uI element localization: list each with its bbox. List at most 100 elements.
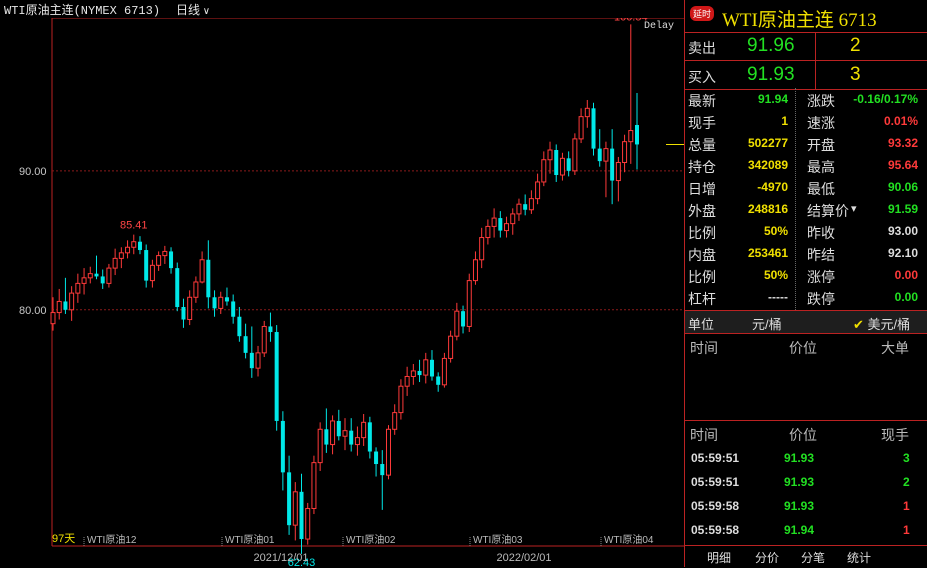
candle-body: [547, 149, 553, 161]
candle-body: [144, 250, 149, 281]
candle-body: [299, 491, 304, 540]
candle-body: [50, 312, 56, 325]
stat-label-left: 最新: [688, 93, 716, 109]
ask-label: 卖出: [688, 40, 716, 56]
stat-label-right: 结算价: [807, 203, 849, 219]
candle[interactable]: [385, 425, 391, 480]
stat-label-left: 内盘: [688, 247, 716, 263]
candle-body: [448, 335, 454, 359]
candle[interactable]: [305, 502, 311, 545]
bid-row[interactable]: 买入 91.93 3: [685, 61, 927, 90]
quote-header: 延时 WTI原油主连 6713: [685, 0, 927, 33]
period-selector[interactable]: 日线 ∨: [176, 1, 210, 18]
candle-body: [187, 296, 193, 321]
candle-body: [566, 158, 571, 171]
tab-price-dist[interactable]: 分价: [755, 549, 779, 566]
candle-body: [112, 257, 118, 269]
candle-body: [199, 259, 205, 283]
stat-row: 比例 50% 昨收 93.00: [685, 221, 927, 243]
stat-value-right: 93.32: [887, 136, 918, 150]
candle-body: [169, 251, 174, 269]
trade-row: 05:59:58 91.94 1: [685, 519, 927, 543]
stat-row: 内盘 253461 昨结 92.10: [685, 243, 927, 265]
candle-body: [597, 148, 602, 162]
stat-label-right: 开盘: [807, 137, 835, 153]
candle-body: [572, 138, 578, 172]
chart-toolbar: WTI原油主连(NYMEX 6713) 日线 ∨ Delay: [0, 0, 684, 32]
tab-detail[interactable]: 明细: [707, 549, 731, 566]
candle[interactable]: [572, 133, 578, 176]
stat-row: 比例 50% 涨停 0.00: [685, 265, 927, 287]
candle-body: [336, 420, 341, 437]
candle-body: [361, 421, 367, 439]
unit-option-usd[interactable]: ✔ 美元/桶: [853, 314, 910, 333]
stat-label-right: 最高: [807, 159, 835, 175]
candle-body: [523, 204, 528, 210]
ask-price: 91.96: [747, 35, 795, 56]
candle-body: [404, 375, 410, 387]
candle-body: [535, 181, 541, 200]
unit-label: 单位: [688, 317, 715, 332]
stat-label-right: 跌停: [807, 291, 835, 307]
x-tick-label: 2022/02/01: [496, 552, 551, 564]
trade-row: 05:59:51 91.93 2: [685, 471, 927, 495]
bid-price: 91.93: [747, 64, 795, 85]
trade-price: 91.93: [784, 451, 815, 465]
candlestick-chart[interactable]: 90.0080.00100.5462.4385.4197天WTI原油12WTI原…: [0, 0, 684, 567]
candle-body: [417, 370, 422, 376]
candle[interactable]: [441, 352, 447, 388]
candle-body: [175, 268, 180, 308]
settle-dropdown-icon[interactable]: ▾: [851, 202, 857, 215]
x-tick-label: 2021/12/01: [253, 552, 308, 564]
candle-body: [87, 273, 93, 279]
candle-body: [311, 462, 317, 509]
candle-body: [75, 282, 81, 294]
candle-body: [554, 150, 559, 176]
candle-body: [106, 267, 112, 284]
candle-body: [367, 422, 372, 452]
stat-row: 最新 91.94 涨跌 -0.16/0.17%: [685, 89, 927, 111]
candle-body: [429, 359, 434, 377]
candle-body: [410, 370, 416, 377]
candle-body: [380, 464, 385, 476]
tab-stats[interactable]: 统计: [847, 549, 871, 566]
candle[interactable]: [274, 325, 279, 431]
instrument-label[interactable]: WTI原油主连(NYMEX 6713): [4, 1, 160, 18]
contract-mark-label: WTI原油03: [473, 533, 523, 546]
candle[interactable]: [591, 102, 596, 156]
unit-option-usd-label: 美元/桶: [867, 317, 911, 332]
candle-body: [466, 280, 472, 327]
candle[interactable]: [466, 273, 472, 333]
stat-label-right: 最低: [807, 181, 835, 197]
stat-value-right: -0.16/0.17%: [853, 92, 918, 106]
unit-option-cny[interactable]: 元/桶: [752, 314, 782, 333]
quote-title: WTI原油主连 6713: [722, 10, 877, 31]
candle-body: [516, 203, 522, 215]
stat-value-left: 502277: [747, 136, 788, 150]
stat-value-left: 50%: [763, 224, 788, 238]
stat-value-right: 0.01%: [883, 114, 918, 128]
stat-row: 外盘 248816 结算价 91.59 ▾: [685, 199, 927, 221]
check-icon: ✔: [853, 317, 864, 332]
stat-label-left: 比例: [688, 225, 716, 241]
ask-row[interactable]: 卖出 91.96 2: [685, 32, 927, 61]
candle-body: [615, 162, 621, 182]
trade-price: 91.93: [784, 475, 815, 489]
candle[interactable]: [261, 320, 267, 358]
stat-label-right: 昨结: [807, 247, 835, 263]
candle-body: [324, 429, 329, 445]
big-order-header: 时间 价位 大单: [685, 338, 927, 360]
trade-volume: 3: [903, 451, 910, 465]
candle[interactable]: [175, 262, 180, 312]
candle-body: [224, 297, 229, 302]
stat-label-left: 外盘: [688, 203, 716, 219]
contract-mark-label: WTI原油12: [87, 533, 137, 546]
stat-label-left: 现手: [688, 115, 716, 131]
candle-body: [541, 159, 547, 183]
big-header-time: 时间: [690, 340, 718, 356]
candle-body: [181, 307, 186, 320]
candle[interactable]: [311, 455, 317, 515]
tab-ticks[interactable]: 分笔: [801, 549, 825, 566]
candle-body: [423, 359, 429, 376]
quote-panel: 延时 WTI原油主连 6713 卖出 91.96 2 买入 91.93 3 最新…: [684, 0, 927, 567]
